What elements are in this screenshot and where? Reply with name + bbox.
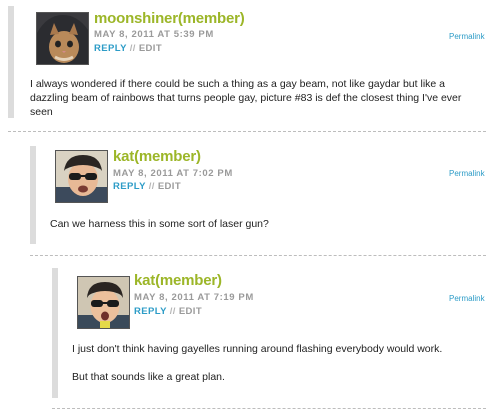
comment-body: Can we harness this in some sort of lase… xyxy=(50,217,470,231)
person-sunglasses-avatar[interactable] xyxy=(77,276,130,329)
permalink-link[interactable]: Permalink xyxy=(449,32,485,41)
reply-link[interactable]: REPLY xyxy=(94,43,127,54)
comment-body: I always wondered if there could be such… xyxy=(30,77,470,119)
edit-link[interactable]: EDIT xyxy=(158,181,181,192)
comment-date: MAY 8, 2011 AT 5:39 PM xyxy=(94,29,214,40)
thread-bar xyxy=(8,6,14,118)
action-separator: // xyxy=(148,181,158,192)
comment-divider xyxy=(52,408,486,409)
comment-actions: REPLY // EDIT xyxy=(134,306,202,317)
thread-bar xyxy=(30,146,36,244)
cat-in-hoodie-avatar[interactable] xyxy=(36,12,89,65)
comment-divider xyxy=(8,131,486,132)
action-separator: // xyxy=(169,306,179,317)
reply-link[interactable]: REPLY xyxy=(134,306,167,317)
edit-link[interactable]: EDIT xyxy=(139,43,162,54)
edit-link[interactable]: EDIT xyxy=(179,306,202,317)
thread-bar xyxy=(52,268,58,398)
permalink-link[interactable]: Permalink xyxy=(449,169,485,178)
comment-actions: REPLY // EDIT xyxy=(113,181,181,192)
comment-paragraph: Can we harness this in some sort of lase… xyxy=(50,218,269,230)
comment-divider xyxy=(30,255,486,256)
person-sunglasses-avatar[interactable] xyxy=(55,150,108,203)
comment-author[interactable]: moonshiner(member) xyxy=(94,10,245,27)
comment-date: MAY 8, 2011 AT 7:19 PM xyxy=(134,292,254,303)
comment-date: MAY 8, 2011 AT 7:02 PM xyxy=(113,168,233,179)
permalink-link[interactable]: Permalink xyxy=(449,294,485,303)
action-separator: // xyxy=(129,43,139,54)
reply-link[interactable]: REPLY xyxy=(113,181,146,192)
comment-body: I just don't think having gayelles runni… xyxy=(72,342,472,384)
comment-paragraph: I always wondered if there could be such… xyxy=(30,78,462,118)
comment-author[interactable]: kat(member) xyxy=(134,272,222,289)
comment-author[interactable]: kat(member) xyxy=(113,148,201,165)
comment-paragraph: But that sounds like a great plan. xyxy=(72,371,225,383)
comment-actions: REPLY // EDIT xyxy=(94,43,162,54)
comment-paragraph: I just don't think having gayelles runni… xyxy=(72,343,443,355)
